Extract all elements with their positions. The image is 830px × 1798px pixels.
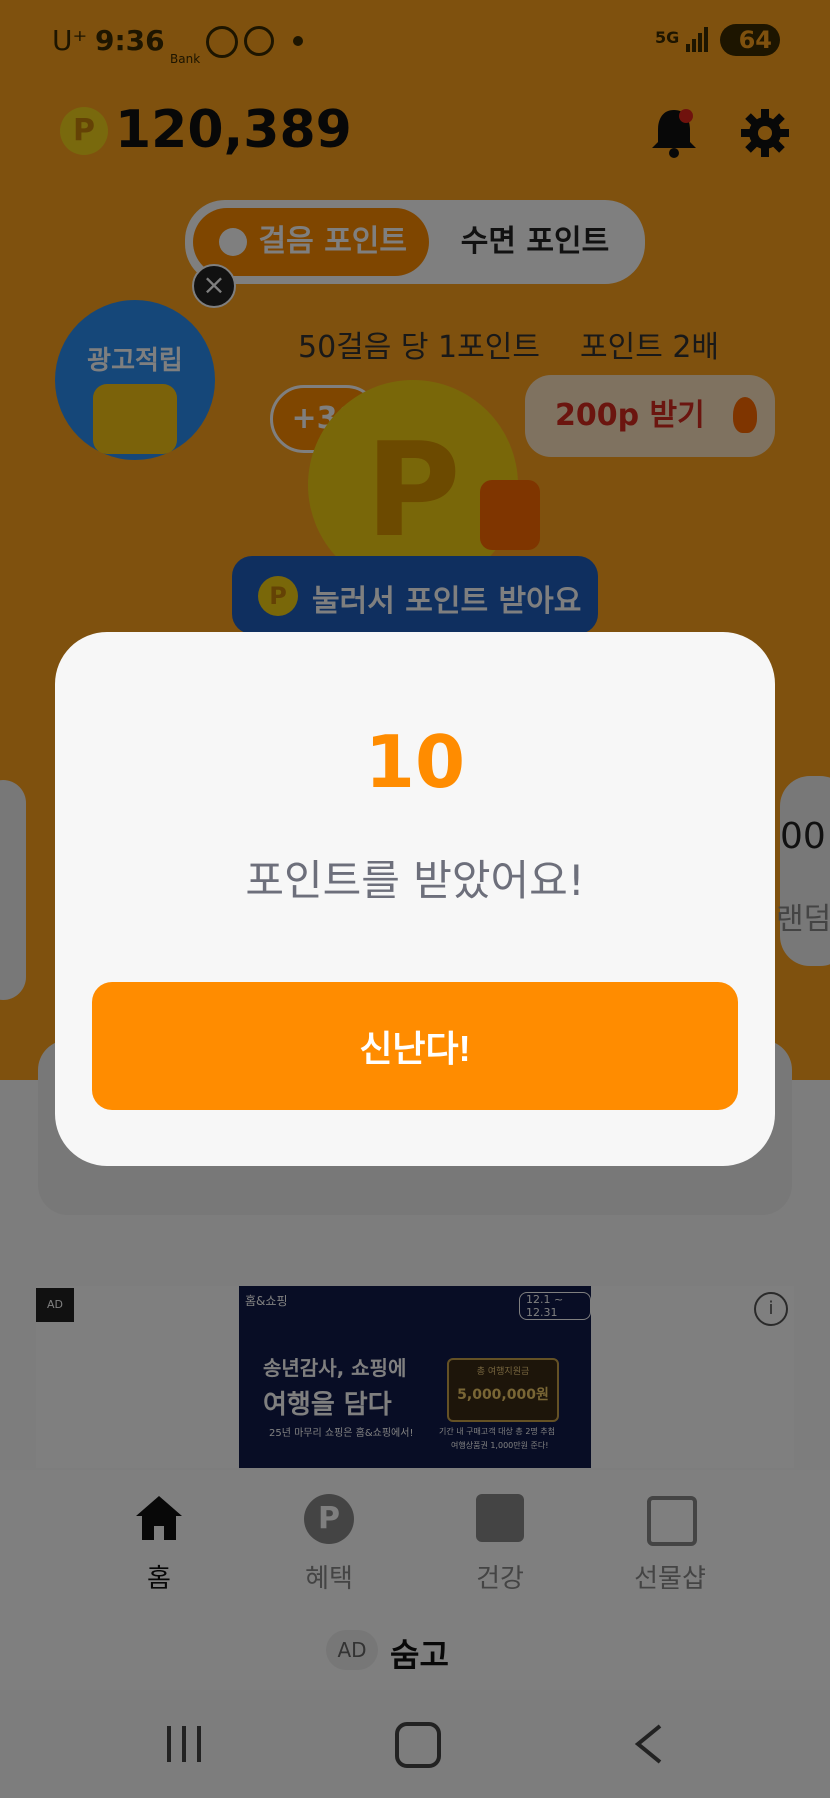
points-received-message: 포인트를 받았어요! — [245, 856, 585, 905]
points-amount: 10 — [364, 720, 466, 804]
confirm-button[interactable]: 신난다! — [92, 982, 738, 1110]
points-received-modal: 10 포인트를 받았어요! 신난다! — [55, 632, 775, 1166]
